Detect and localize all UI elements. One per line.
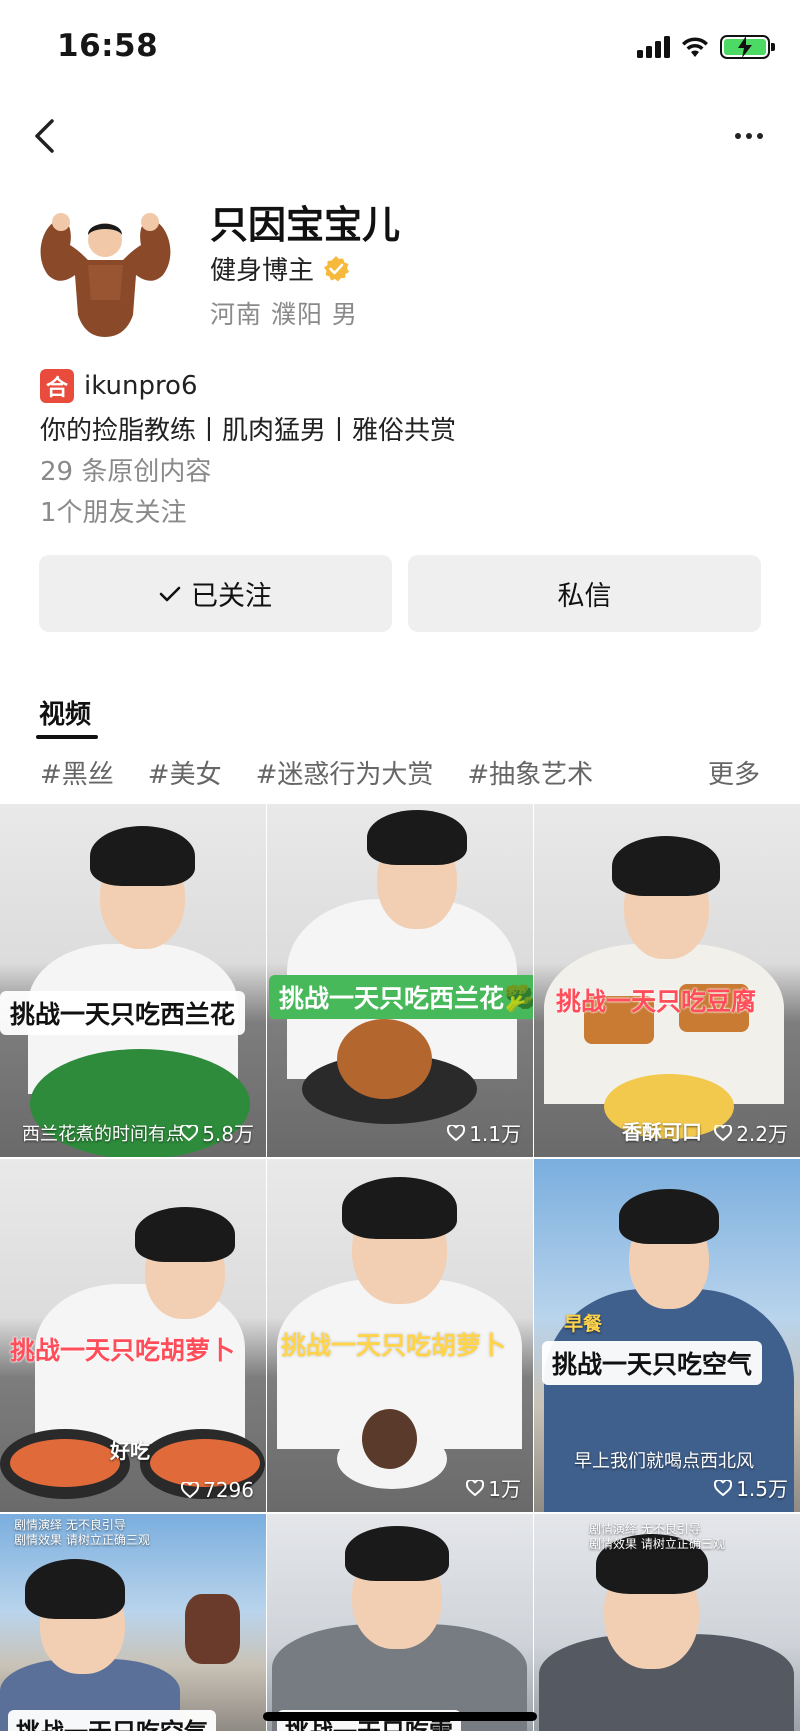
profile-title-row: 健身博主: [210, 250, 350, 287]
video-card[interactable]: 剧情演绎 无不良引导 剧情效果 请树立正确三观: [534, 1514, 800, 1731]
video-caption: 挑战一天只吃空气: [542, 1341, 763, 1385]
video-caption: 挑战一天只吃空气: [8, 1710, 216, 1731]
video-tag-text: 早餐: [564, 1313, 603, 1335]
original-content-count: 29 条原创内容: [40, 457, 212, 487]
avatar: [40, 213, 171, 337]
message-button[interactable]: 私信: [408, 555, 761, 632]
disclaimer-text: 剧情演绎 无不良引导 剧情效果 请树立正确三观: [14, 1518, 150, 1547]
account-badge-icon: 合: [40, 369, 74, 403]
heart-icon: [466, 1479, 485, 1496]
more-dot-icon: [735, 133, 741, 139]
friends-follow[interactable]: 1个朋友关注: [40, 492, 187, 529]
back-button[interactable]: [24, 112, 64, 160]
video-caption: 挑战一天只吃胡萝卜: [10, 1336, 236, 1365]
tag-item[interactable]: #黑丝: [40, 754, 114, 794]
video-grid: 挑战一天只吃西兰花 西兰花煮的时间有点 5.8万 挑战一天只吃西兰花🥦 1.1万…: [0, 804, 800, 1731]
chevron-left-icon: [35, 119, 54, 153]
account-row: 合 ikunpro6: [40, 369, 198, 403]
disclaimer-text: 剧情演绎 无不良引导 剧情效果 请树立正确三观: [589, 1522, 725, 1551]
following-button[interactable]: 已关注: [39, 555, 392, 632]
heart-icon: [714, 1479, 733, 1496]
status-time: 16:58: [57, 28, 159, 64]
profile-location: 河南 濮阳 男: [210, 300, 358, 329]
video-card[interactable]: 挑战一天只吃胡萝卜 好吃 7296: [0, 1159, 266, 1512]
tag-item[interactable]: #迷惑行为大赏: [256, 754, 434, 794]
tag-list: #黑丝 #美女 #迷惑行为大赏 #抽象艺术: [40, 754, 593, 794]
likes-count: 1万: [466, 1473, 521, 1502]
heart-icon: [181, 1482, 200, 1498]
battery-icon: [720, 35, 775, 59]
video-caption: 挑战一天只吃豆腐: [556, 987, 757, 1016]
profile-title: 健身博主: [210, 256, 315, 286]
video-card[interactable]: 挑战一天只吃西兰花 西兰花煮的时间有点 5.8万: [0, 804, 266, 1157]
heart-icon: [180, 1124, 199, 1141]
account-id: ikunpro6: [84, 371, 198, 401]
profile-name: 只因宝宝儿: [210, 203, 401, 247]
wifi-icon: [682, 37, 708, 57]
heart-icon: [447, 1124, 466, 1141]
likes-count: 1.5万: [714, 1473, 788, 1502]
video-caption: 挑战一天只吃西兰花: [0, 991, 246, 1035]
likes-count: 1.1万: [447, 1118, 521, 1147]
video-card[interactable]: 挑战一天只吃豆腐 香酥可口 2.2万: [534, 804, 800, 1157]
video-overlay-text: 香酥可口: [622, 1120, 702, 1144]
likes-count: 2.2万: [714, 1118, 788, 1147]
likes-count: 5.8万: [180, 1118, 254, 1147]
tab-video[interactable]: 视频: [39, 694, 91, 731]
video-overlay-text: 好吃: [110, 1439, 150, 1463]
video-card[interactable]: 剧情演绎 无不良引导剧情效果 请树立正确三观 挑战一天只吃空气: [0, 1514, 266, 1731]
video-overlay-text: 西兰花煮的时间有点: [22, 1124, 184, 1145]
video-card[interactable]: 早餐 挑战一天只吃空气 早上我们就喝点西北风 1.5万: [534, 1159, 800, 1512]
bio: 你的捡脂教练丨肌肉猛男丨雅俗共赏: [40, 416, 457, 446]
video-card[interactable]: 挑战一天只吃胡萝卜 1万: [267, 1159, 533, 1512]
status-bar: 16:58: [0, 0, 800, 96]
video-overlay-text: 早上我们就喝点西北风: [574, 1451, 754, 1472]
verified-icon: [324, 255, 350, 281]
message-label: 私信: [557, 581, 612, 612]
likes-count: 7296: [181, 1478, 254, 1502]
signal-icon: [637, 36, 670, 58]
following-label: 已关注: [191, 581, 272, 612]
status-icons: [637, 34, 775, 60]
tag-item[interactable]: #抽象艺术: [467, 754, 593, 794]
home-indicator: [263, 1712, 537, 1721]
video-card[interactable]: 挑战一天只吃西兰花🥦 1.1万: [267, 804, 533, 1157]
more-tags-button[interactable]: 更多: [708, 754, 760, 791]
heart-icon: [714, 1124, 733, 1141]
video-card[interactable]: 挑战一天只吃雪: [267, 1514, 533, 1731]
tag-item[interactable]: #美女: [148, 754, 222, 794]
check-icon: [159, 586, 181, 601]
video-caption: 挑战一天只吃西兰花🥦: [269, 975, 533, 1019]
more-options-button[interactable]: [722, 116, 776, 156]
tab-underline: [36, 735, 98, 739]
video-caption: 挑战一天只吃胡萝卜: [281, 1331, 507, 1360]
